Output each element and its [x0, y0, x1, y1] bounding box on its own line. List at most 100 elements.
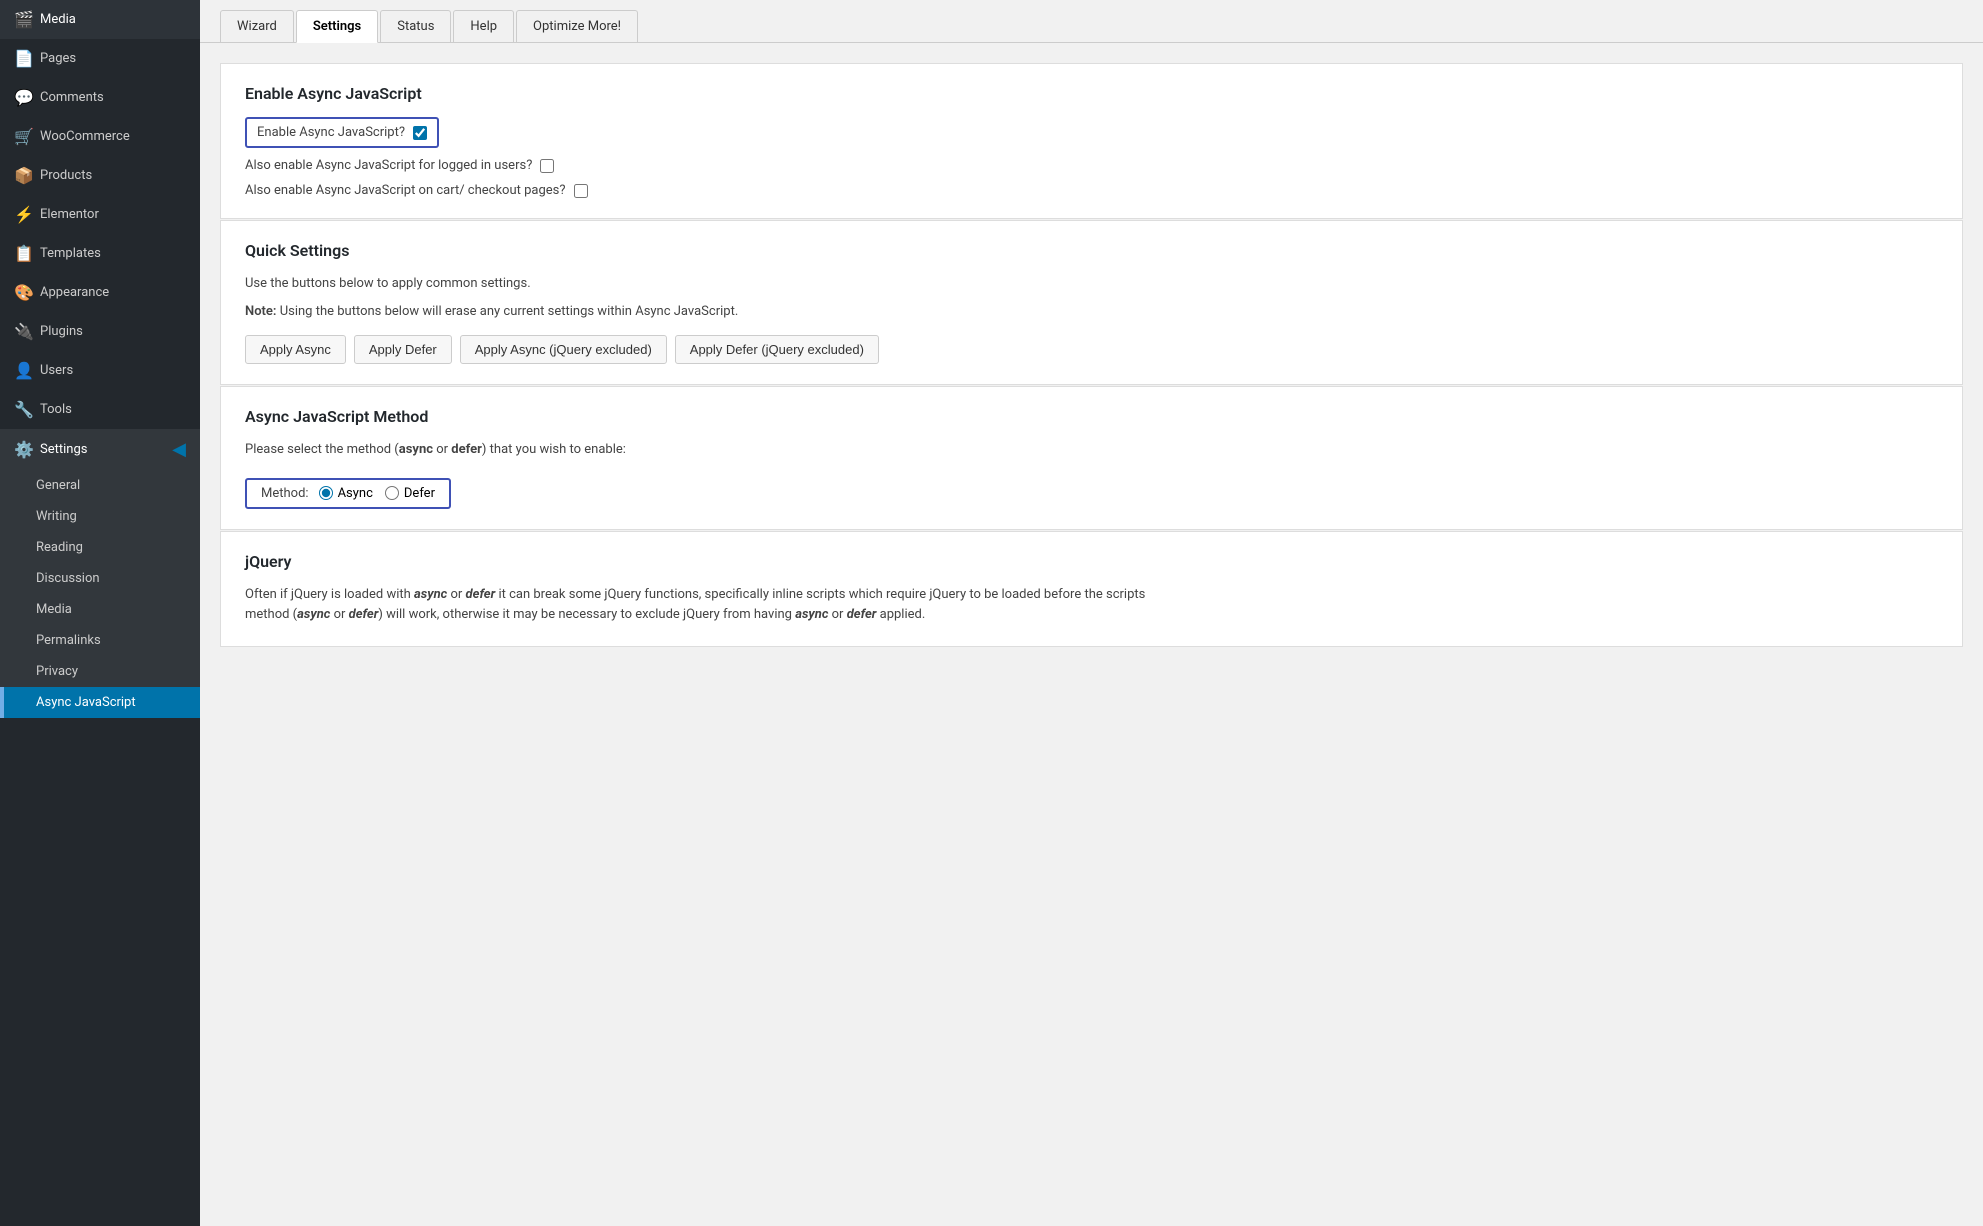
checkbox-cart-input[interactable]	[574, 184, 588, 198]
submenu-item-writing[interactable]: Writing	[0, 501, 200, 532]
radio-group: Async Defer	[319, 486, 435, 501]
tab-settings[interactable]: Settings	[296, 10, 378, 43]
tools-icon: 🔧	[14, 400, 32, 419]
sidebar-item-label: Media	[40, 12, 76, 27]
pages-icon: 📄	[14, 49, 32, 68]
sidebar-item-elementor[interactable]: ⚡ Elementor	[0, 195, 200, 234]
elementor-icon: ⚡	[14, 205, 32, 224]
sidebar-item-label: Users	[40, 363, 73, 378]
sidebar-item-products[interactable]: 📦 Products	[0, 156, 200, 195]
submenu-item-discussion[interactable]: Discussion	[0, 563, 200, 594]
tab-status[interactable]: Status	[380, 10, 451, 42]
quick-settings-text: Use the buttons below to apply common se…	[245, 274, 1938, 294]
checkbox-logged-in-input[interactable]	[540, 159, 554, 173]
tab-help[interactable]: Help	[453, 10, 514, 42]
comments-icon: 💬	[14, 88, 32, 107]
checkbox3-text: Also enable Async JavaScript on cart/ ch…	[245, 183, 566, 198]
apply-async-jquery-button[interactable]: Apply Async (jQuery excluded)	[460, 335, 667, 364]
radio-async-option[interactable]: Async	[319, 486, 373, 501]
tab-wizard[interactable]: Wizard	[220, 10, 294, 42]
settings-content: Enable Async JavaScript Enable Async Jav…	[200, 43, 1983, 668]
sidebar-item-media[interactable]: 🎬 Media	[0, 0, 200, 39]
submenu-label: Writing	[36, 509, 77, 524]
sidebar-item-comments[interactable]: 💬 Comments	[0, 78, 200, 117]
sidebar-item-templates[interactable]: 📋 Templates	[0, 234, 200, 273]
sidebar-item-label: Settings	[40, 442, 87, 457]
woocommerce-icon: 🛒	[14, 127, 32, 146]
settings-arrow-icon: ◀	[172, 439, 186, 460]
sidebar-item-tools[interactable]: 🔧 Tools	[0, 390, 200, 429]
sidebar-item-label: Pages	[40, 51, 76, 66]
checkbox-logged-in-label[interactable]: Also enable Async JavaScript for logged …	[245, 158, 554, 173]
note-text: Using the buttons below will erase any c…	[276, 304, 738, 319]
quick-settings-note: Note: Using the buttons below will erase…	[245, 302, 1938, 322]
sidebar-item-label: Products	[40, 168, 92, 183]
users-icon: 👤	[14, 361, 32, 380]
tab-bar: Wizard Settings Status Help Optimize Mor…	[200, 0, 1983, 43]
apply-defer-jquery-label: Apply Defer (jQuery excluded)	[690, 342, 864, 357]
radio-defer-input[interactable]	[385, 486, 399, 500]
sidebar-item-label: Templates	[40, 246, 101, 261]
section-quick-settings: Quick Settings Use the buttons below to …	[220, 220, 1963, 385]
sidebar-item-label: Elementor	[40, 207, 99, 222]
section-title-enable-async-js: Enable Async JavaScript	[245, 84, 1938, 103]
radio-async-label: Async	[338, 486, 373, 501]
method-label: Method:	[261, 486, 309, 501]
method-radio-group-highlighted: Method: Async Defer	[245, 478, 451, 509]
checkbox-enable-async-highlighted: Enable Async JavaScript?	[245, 117, 439, 148]
section-title-async-js-method: Async JavaScript Method	[245, 407, 1938, 426]
apply-defer-button[interactable]: Apply Defer	[354, 335, 452, 364]
async-method-description: Please select the method (async or defer…	[245, 440, 1938, 460]
sidebar-item-label: Appearance	[40, 285, 109, 300]
quick-settings-buttons: Apply Async Apply Defer Apply Async (jQu…	[245, 335, 1938, 364]
tab-label: Settings	[313, 19, 361, 34]
apply-defer-label: Apply Defer	[369, 342, 437, 357]
submenu-item-permalinks[interactable]: Permalinks	[0, 625, 200, 656]
submenu-label: Discussion	[36, 571, 100, 586]
plugins-icon: 🔌	[14, 322, 32, 341]
sidebar: 🎬 Media 📄 Pages 💬 Comments 🛒 WooCommerce…	[0, 0, 200, 1226]
main-content: Wizard Settings Status Help Optimize Mor…	[200, 0, 1983, 1226]
tab-label: Status	[397, 19, 434, 34]
tab-label: Optimize More!	[533, 19, 621, 34]
sidebar-item-settings[interactable]: ⚙️ Settings ◀	[0, 429, 200, 470]
checkbox2-text: Also enable Async JavaScript for logged …	[245, 158, 532, 173]
templates-icon: 📋	[14, 244, 32, 263]
tab-optimize-more[interactable]: Optimize More!	[516, 10, 638, 42]
submenu-item-general[interactable]: General	[0, 470, 200, 501]
submenu-item-privacy[interactable]: Privacy	[0, 656, 200, 687]
submenu-item-reading[interactable]: Reading	[0, 532, 200, 563]
checkbox-logged-in-row: Also enable Async JavaScript for logged …	[245, 158, 1938, 173]
apply-defer-jquery-button[interactable]: Apply Defer (jQuery excluded)	[675, 335, 879, 364]
submenu-label: Reading	[36, 540, 83, 555]
tab-label: Help	[470, 19, 497, 34]
submenu-item-media[interactable]: Media	[0, 594, 200, 625]
apply-async-jquery-label: Apply Async (jQuery excluded)	[475, 342, 652, 357]
appearance-icon: 🎨	[14, 283, 32, 302]
submenu-label: Async JavaScript	[36, 695, 136, 710]
radio-defer-option[interactable]: Defer	[385, 486, 435, 501]
sidebar-item-pages[interactable]: 📄 Pages	[0, 39, 200, 78]
submenu-item-async-javascript[interactable]: Async JavaScript	[0, 687, 200, 718]
products-icon: 📦	[14, 166, 32, 185]
submenu-label: General	[36, 478, 80, 493]
checkbox-cart-row: Also enable Async JavaScript on cart/ ch…	[245, 183, 1938, 198]
sidebar-item-woocommerce[interactable]: 🛒 WooCommerce	[0, 117, 200, 156]
section-title-jquery: jQuery	[245, 552, 1938, 571]
sidebar-item-label: Plugins	[40, 324, 83, 339]
settings-submenu: General Writing Reading Discussion Media…	[0, 470, 200, 718]
sidebar-item-label: Comments	[40, 90, 104, 105]
radio-async-input[interactable]	[319, 486, 333, 500]
checkbox-enable-async-label[interactable]: Enable Async JavaScript?	[257, 125, 427, 140]
note-prefix: Note:	[245, 304, 276, 319]
submenu-label: Media	[36, 602, 72, 617]
jquery-text2: method (async or defer) will work, other…	[245, 605, 1938, 626]
sidebar-item-plugins[interactable]: 🔌 Plugins	[0, 312, 200, 351]
sidebar-item-users[interactable]: 👤 Users	[0, 351, 200, 390]
checkbox-cart-label[interactable]: Also enable Async JavaScript on cart/ ch…	[245, 183, 588, 198]
checkbox-enable-async-input[interactable]	[413, 126, 427, 140]
submenu-label: Privacy	[36, 664, 78, 679]
apply-async-button[interactable]: Apply Async	[245, 335, 346, 364]
settings-icon: ⚙️	[14, 440, 32, 459]
sidebar-item-appearance[interactable]: 🎨 Appearance	[0, 273, 200, 312]
